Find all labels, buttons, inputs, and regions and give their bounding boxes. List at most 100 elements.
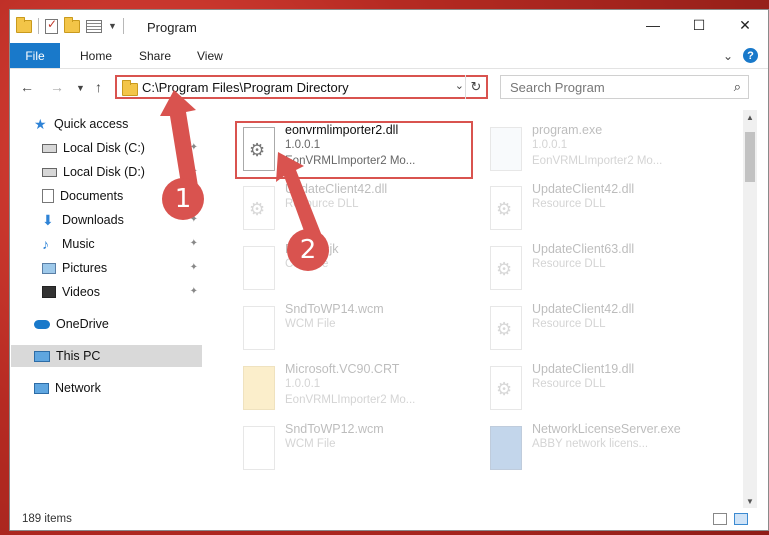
minimize-button[interactable]: — xyxy=(630,10,676,40)
nav-item-label: Downloads xyxy=(62,213,124,227)
details-view-icon[interactable] xyxy=(713,513,727,525)
this-pc-icon xyxy=(34,350,50,362)
status-bar: 189 items xyxy=(10,509,768,531)
dll-file-icon xyxy=(490,366,522,410)
window-controls: — ☐ ✕ xyxy=(630,10,768,40)
nav-item-this-pc[interactable]: This PC xyxy=(11,345,202,367)
music-icon: ♪ xyxy=(42,236,49,252)
nav-item-label: OneDrive xyxy=(56,317,109,331)
quick-access-toolbar: ▼ xyxy=(16,16,124,34)
back-arrow-icon[interactable]: ← xyxy=(20,79,34,95)
list-item[interactable]: UpdateClient42.dll Resource DLL xyxy=(235,180,475,240)
nav-item-label: Quick access xyxy=(54,117,129,131)
search-box[interactable]: Search Program ⌕ xyxy=(500,75,749,99)
list-item[interactable]: UpdateClient63.dll Resource DLL xyxy=(482,240,722,300)
nav-item-label: Documents xyxy=(60,189,124,203)
videos-icon xyxy=(42,286,56,298)
pin-icon: ✦ xyxy=(189,262,198,273)
expand-ribbon-icon[interactable]: ⌄ xyxy=(723,49,733,63)
file-type: Resource DLL xyxy=(532,318,606,330)
nav-item-music[interactable]: ♪ Music ✦ xyxy=(42,233,202,255)
file-name: UpdateClient19.dll xyxy=(532,362,635,376)
nav-item-videos[interactable]: Videos ✦ xyxy=(42,281,202,303)
nav-item-label: Music xyxy=(62,237,95,251)
list-item[interactable]: UpdateClient19.dll Resource DLL xyxy=(482,360,722,420)
dll-file-icon xyxy=(490,306,522,350)
item-count: 189 items xyxy=(22,513,72,525)
nav-item-label: Network xyxy=(55,381,101,395)
file-version: 1.0.0.1 xyxy=(285,378,321,390)
file-name: SndToWP12.wcm xyxy=(285,422,384,436)
refresh-icon[interactable]: ↻ xyxy=(465,75,486,99)
maximize-button[interactable]: ☐ xyxy=(676,10,722,40)
blank-file-icon xyxy=(243,306,275,350)
chevron-down-icon[interactable]: ⌄ xyxy=(455,79,464,92)
highlight-box xyxy=(235,121,473,179)
file-type: Resource DLL xyxy=(532,258,606,270)
window-title: Program xyxy=(147,20,197,35)
folder-icon[interactable] xyxy=(16,16,32,33)
tab-view[interactable]: View xyxy=(197,49,223,63)
tab-share[interactable]: Share xyxy=(139,49,171,63)
nav-item-pictures[interactable]: Pictures ✦ xyxy=(42,257,202,279)
list-item[interactable]: Folder.cjk CJK File xyxy=(235,240,475,300)
large-icons-view-icon[interactable] xyxy=(734,513,748,525)
nav-item-onedrive[interactable]: OneDrive xyxy=(34,313,202,335)
new-folder-icon[interactable] xyxy=(64,16,80,33)
file-name: Microsoft.VC90.CRT xyxy=(285,362,400,376)
file-name: SndToWP14.wcm xyxy=(285,302,384,316)
chevron-down-icon[interactable]: ▼ xyxy=(108,21,117,31)
list-item[interactable]: UpdateClient42.dll Resource DLL xyxy=(482,180,722,240)
nav-item-label: This PC xyxy=(56,349,101,363)
search-icon[interactable]: ⌕ xyxy=(734,79,741,95)
address-row: ← → ▼ ↑ C:\Program Files\Program Directo… xyxy=(10,72,768,102)
file-type: Resource DLL xyxy=(532,378,606,390)
up-arrow-icon[interactable]: ↑ xyxy=(95,79,102,95)
list-item[interactable]: SndToWP12.wcm WCM File xyxy=(235,420,475,480)
ribbon: File Home Share View ⌄ ? xyxy=(10,43,768,69)
dll-file-icon xyxy=(243,186,275,230)
onedrive-icon xyxy=(34,319,50,329)
scroll-up-icon[interactable]: ▲ xyxy=(743,110,757,124)
file-type: WCM File xyxy=(285,318,336,330)
tab-file[interactable]: File xyxy=(10,43,60,68)
network-exe-icon xyxy=(490,426,522,470)
file-type: WCM File xyxy=(285,438,336,450)
disk-icon xyxy=(42,143,57,153)
scrollbar-thumb[interactable] xyxy=(745,132,755,182)
close-button[interactable]: ✕ xyxy=(722,10,768,40)
nav-item-label: Pictures xyxy=(62,261,108,275)
list-item[interactable]: Microsoft.VC90.CRT 1.0.0.1 EonVRMLImport… xyxy=(235,360,475,420)
vertical-scrollbar[interactable]: ▲ ▼ xyxy=(743,110,757,508)
properties-icon[interactable] xyxy=(86,19,102,33)
blank-file-icon xyxy=(243,246,275,290)
tab-home[interactable]: Home xyxy=(80,49,112,63)
step-badge-1: 1 xyxy=(162,178,204,220)
recent-locations-icon[interactable]: ▼ xyxy=(76,83,85,93)
nav-item-label: Videos xyxy=(62,285,100,299)
scroll-down-icon[interactable]: ▼ xyxy=(743,494,757,508)
nav-item-network[interactable]: Network xyxy=(34,377,202,399)
help-icon[interactable]: ? xyxy=(743,48,758,63)
folder-icon xyxy=(243,366,275,410)
exe-file-icon xyxy=(490,127,522,171)
list-item[interactable]: SndToWP14.wcm WCM File xyxy=(235,300,475,360)
explorer-window: ▼ Program — ☐ ✕ File Home Share View ⌄ ?… xyxy=(9,9,769,531)
list-item[interactable]: UpdateClient42.dll Resource DLL xyxy=(482,300,722,360)
file-type: Resource DLL xyxy=(532,198,606,210)
search-input[interactable]: Search Program xyxy=(510,80,605,95)
pin-icon: ✦ xyxy=(189,286,198,297)
file-name: program.exe xyxy=(532,123,603,137)
divider xyxy=(122,18,124,34)
list-item[interactable]: program.exe 1.0.0.1 EonVRMLImporter2 Mo.… xyxy=(482,121,722,181)
file-description: EonVRMLImporter2 Mo... xyxy=(532,155,663,167)
properties-check-icon[interactable] xyxy=(45,17,58,34)
file-name: UpdateClient42.dll xyxy=(532,182,635,196)
list-item[interactable]: NetworkLicenseServer.exe ABBY network li… xyxy=(482,420,722,480)
title-bar: ▼ Program — ☐ ✕ xyxy=(10,10,768,43)
folder-icon xyxy=(122,80,138,96)
nav-item-label: Local Disk (D:) xyxy=(63,165,145,179)
divider xyxy=(38,18,39,34)
downloads-icon: ⬇ xyxy=(42,211,54,228)
forward-arrow-icon[interactable]: → xyxy=(50,79,64,95)
